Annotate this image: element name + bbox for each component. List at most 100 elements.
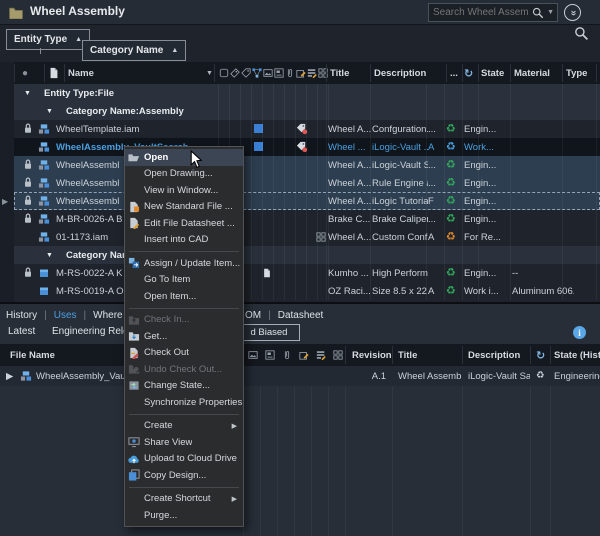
column-select-icon[interactable] (219, 68, 229, 78)
menu-item-open-drawing[interactable]: Open Drawing... (125, 166, 243, 183)
thumbnail-icon[interactable] (265, 350, 275, 360)
tab-bom[interactable]: OM (245, 310, 261, 321)
tab-separator: | (84, 310, 87, 321)
image-icon[interactable] (263, 68, 273, 78)
column-type[interactable]: Type (566, 62, 587, 84)
assembly-icon (38, 159, 50, 171)
search-caret-icon[interactable]: ▼ (544, 9, 557, 16)
cell-state: Engin... (464, 120, 510, 138)
biased-dropdown[interactable]: d Biased (238, 324, 300, 341)
menu-item-share-view[interactable]: Share View (125, 434, 243, 451)
menu-item-open[interactable]: Open (125, 149, 243, 166)
menu-item-assign-update-item[interactable]: Assign / Update Item... (125, 255, 243, 272)
checkout-edit-icon[interactable] (296, 68, 306, 78)
image-icon[interactable] (248, 350, 258, 360)
share-view-icon (128, 436, 144, 448)
groupby-chip-category-name[interactable]: Category Name ▲ (82, 40, 186, 61)
thumbnail-icon[interactable] (274, 68, 284, 78)
state-recycle-icon: ♻ (446, 282, 456, 300)
search-box: ▼ (428, 3, 558, 22)
column-material[interactable]: Material (514, 62, 550, 84)
price-tag-icon[interactable] (230, 68, 240, 78)
menu-item-create[interactable]: Create ▶ (125, 418, 243, 435)
cell-title: Wheel A... (328, 156, 372, 174)
menu-item-get[interactable]: Get... (125, 328, 243, 345)
latest-label[interactable]: Latest (8, 326, 35, 337)
cloud-upload-icon (128, 453, 144, 465)
column-dots[interactable]: ... (450, 62, 458, 84)
menu-item-edit-file-datasheet[interactable]: Edit File Datasheet ... (125, 215, 243, 232)
share-link-icon[interactable] (252, 68, 262, 78)
state-recycle-icon: ♻ (446, 264, 456, 282)
status-circle-icon[interactable]: ● (22, 62, 28, 84)
menu-item-upload-to-cloud-drive[interactable]: Upload to Cloud Drive (125, 451, 243, 468)
tab-history[interactable]: History (6, 310, 37, 321)
tag-icon[interactable] (241, 68, 251, 78)
cell-dots: A (428, 138, 444, 156)
menu-item-change-state[interactable]: Change State... (125, 378, 243, 395)
menu-item-purge[interactable]: Purge... (125, 507, 243, 524)
menu-item-view-in-window[interactable]: View in Window... (125, 182, 243, 199)
lock-icon (22, 194, 34, 206)
cell-state: Engin... (464, 264, 510, 282)
menu-item-open-item[interactable]: Open Item... (125, 288, 243, 305)
state-recycle-icon: ♻ (446, 138, 456, 156)
collapse-panel-button[interactable]: » (564, 4, 581, 21)
search-input[interactable] (429, 7, 532, 18)
menu-item-go-to-item[interactable]: Go To Item (125, 272, 243, 289)
collapse-triangle-icon[interactable]: ▼ (46, 102, 53, 120)
menu-item-synchronize-properties[interactable]: Synchronize Properties (125, 394, 243, 411)
paperclip-icon[interactable] (282, 350, 292, 360)
menu-separator (129, 414, 239, 415)
menu-item-check-out[interactable]: Check Out (125, 345, 243, 362)
menu-item-new-standard-file[interactable]: New Standard File ... (125, 199, 243, 216)
expand-triangle-icon[interactable]: ▶ (6, 366, 13, 386)
file-type-column-icon[interactable] (48, 67, 60, 79)
search-settings-icon[interactable] (532, 7, 544, 19)
find-in-grid-icon[interactable] (574, 26, 589, 41)
column-file-name[interactable]: File Name (10, 344, 55, 366)
tab-datasheet[interactable]: Datasheet (278, 310, 324, 321)
menu-item-insert-into-cad[interactable]: Insert into CAD (125, 232, 243, 249)
cell-state: Engin... (464, 192, 510, 210)
menu-item-create-shortcut[interactable]: Create Shortcut ▶ (125, 491, 243, 508)
sync-column-icon[interactable]: ↻ (464, 62, 473, 84)
menu-item-check-in: Check In... (125, 312, 243, 329)
column-title[interactable]: Title (330, 62, 349, 84)
assembly-icon (38, 213, 50, 225)
submenu-arrow-icon: ▶ (232, 422, 237, 430)
name-filter-caret-icon[interactable]: ▼ (206, 62, 213, 84)
checkout-edit-icon[interactable] (299, 350, 309, 360)
datasheet-edit-icon[interactable] (316, 350, 326, 360)
groupby-chip-entity-type[interactable]: Entity Type ▲ (6, 29, 90, 50)
tab-uses[interactable]: Uses (54, 310, 77, 321)
current-row-pointer-icon: ▶ (2, 197, 8, 206)
collapse-triangle-icon[interactable]: ▼ (46, 246, 53, 264)
sync-column-icon[interactable]: ↻ (536, 344, 545, 366)
column-name[interactable]: Name (68, 62, 94, 84)
assign-item-icon (128, 257, 144, 269)
grid-icon[interactable] (333, 350, 343, 360)
cell-material: -- (512, 264, 574, 282)
uses-grid-row[interactable]: ▶ WheelAssembly_VaultS A.1 Wheel Assembl… (0, 366, 600, 386)
mouse-cursor-icon (190, 150, 203, 169)
assembly-icon (38, 195, 50, 207)
get-icon (128, 330, 144, 342)
datasheet-edit-icon[interactable] (307, 68, 317, 78)
menu-item-undo-check-out: Undo Check Out... (125, 361, 243, 378)
column-state-historical[interactable]: State (Historical) (554, 344, 600, 366)
menu-item-copy-design[interactable]: Copy Design... (125, 467, 243, 484)
column-description[interactable]: Description (468, 344, 520, 366)
cell-title: Brake C... (328, 210, 372, 228)
lock-icon (22, 266, 34, 278)
column-title[interactable]: Title (398, 344, 417, 366)
column-description[interactable]: Description (374, 62, 426, 84)
uses-grid-header: File Name Revision Title Description ↻ S… (0, 344, 600, 367)
collapse-triangle-icon[interactable]: ▼ (24, 84, 31, 102)
cell-dots: A (428, 282, 444, 300)
info-icon[interactable]: i (573, 326, 586, 339)
cell-dots: F (428, 192, 444, 210)
column-revision[interactable]: Revision (352, 344, 392, 366)
column-state[interactable]: State (481, 62, 504, 84)
paperclip-icon[interactable] (285, 68, 295, 78)
